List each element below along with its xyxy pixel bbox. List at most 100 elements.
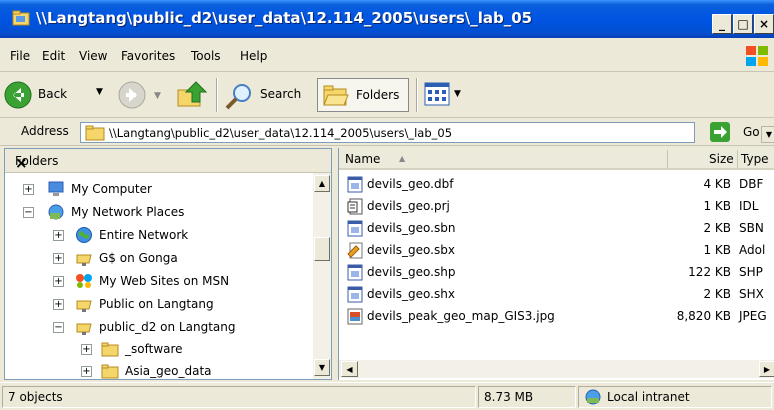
network-drive-icon [76, 254, 92, 266]
forward-dropdown-icon[interactable]: ▼ [154, 91, 161, 101]
up-folder-icon[interactable] [176, 80, 208, 110]
tree-item-entire-network[interactable]: + Entire Network [5, 225, 311, 247]
forward-button[interactable] [118, 81, 148, 109]
column-divider[interactable] [737, 150, 738, 168]
computer-icon [48, 181, 64, 196]
column-header-name[interactable]: Name [345, 152, 380, 166]
file-name: devils_geo.shp [367, 265, 456, 279]
tree-item-public-on-langtang[interactable]: + Public on Langtang [5, 294, 311, 316]
folders-button[interactable]: Folders [317, 78, 409, 112]
expand-toggle[interactable]: + [53, 230, 64, 241]
tree-item-asia-geo-data[interactable]: + Asia_geo_data [5, 361, 311, 383]
menu-help[interactable]: Help [240, 49, 267, 63]
msn-butterfly-icon [76, 274, 92, 288]
toolbar-separator [416, 78, 418, 112]
file-size: 8,820 KB [676, 309, 731, 323]
menu-view[interactable]: View [79, 49, 107, 63]
views-dropdown-icon: ▼ [454, 89, 461, 99]
search-button[interactable]: Search [222, 78, 310, 112]
scroll-down-button[interactable]: ▼ [314, 359, 330, 376]
address-input[interactable]: \\Langtang\public_d2\user_data\12.114_20… [80, 122, 774, 143]
go-button[interactable]: Go [710, 121, 770, 143]
window-title: \\Langtang\public_d2\user_data\12.114_20… [36, 9, 533, 27]
file-row[interactable]: devils_geo.prj 1 KB IDL [339, 196, 774, 218]
scroll-right-button[interactable]: ▶ [759, 361, 774, 377]
expand-toggle[interactable]: + [53, 253, 64, 264]
sort-ascending-icon: ▲ [399, 154, 406, 163]
tree-label: G$ on Gonga [99, 251, 178, 265]
menu-file[interactable]: File [10, 49, 30, 63]
status-objects-cell: 7 objects [2, 386, 476, 408]
globe-icon [76, 227, 92, 243]
column-divider[interactable] [667, 150, 668, 168]
scroll-thumb[interactable] [314, 237, 330, 261]
folders-pane-header: Folders × [5, 149, 331, 173]
back-button[interactable]: Back ▼ [4, 78, 114, 112]
file-name: devils_geo.sbn [367, 221, 456, 235]
expand-toggle[interactable]: + [53, 276, 64, 287]
status-size-cell: 8.73 MB [478, 386, 576, 408]
status-bar: 7 objects 8.73 MB Local intranet [0, 382, 774, 410]
status-size: 8.73 MB [484, 390, 534, 404]
file-type: DBF [739, 177, 764, 191]
expand-toggle[interactable]: + [81, 344, 92, 355]
collapse-toggle[interactable]: − [23, 207, 34, 218]
search-label: Search [260, 87, 302, 101]
file-list-horizontal-scrollbar[interactable]: ◀ ▶ [339, 360, 774, 378]
address-label: Address [21, 124, 69, 138]
status-zone: Local intranet [607, 390, 690, 404]
file-row[interactable]: devils_peak_geo_map_GIS3.jpg 8,820 KB JP… [339, 306, 774, 328]
menu-favorites[interactable]: Favorites [121, 49, 175, 63]
forward-arrow-icon [118, 81, 146, 109]
title-bar[interactable]: \\Langtang\public_d2\user_data\12.114_20… [0, 0, 774, 38]
back-dropdown-icon[interactable]: ▼ [96, 87, 103, 97]
folder-window-icon [12, 10, 30, 26]
tree-item-software[interactable]: + _software [5, 339, 311, 361]
folder-icon [101, 342, 119, 357]
local-intranet-icon [585, 389, 601, 405]
image-file-icon [347, 308, 363, 325]
file-type: SHP [739, 265, 763, 279]
status-zone-cell: Local intranet [578, 386, 772, 408]
minimize-button[interactable]: _ [712, 14, 732, 34]
file-row[interactable]: devils_geo.shp 122 KB SHP [339, 262, 774, 284]
expand-toggle[interactable]: + [23, 184, 34, 195]
tree-item-my-computer[interactable]: + My Computer [5, 179, 311, 201]
expand-toggle[interactable]: + [81, 366, 92, 377]
windows-logo-icon [746, 46, 768, 66]
maximize-button[interactable]: □ [733, 14, 753, 34]
column-header-type[interactable]: Type [741, 152, 769, 166]
tree-item-public-d2-on-langtang[interactable]: − public_d2 on Langtang [5, 317, 311, 339]
network-places-icon [48, 204, 64, 220]
data-file-icon [347, 220, 363, 237]
views-grid-icon [424, 82, 450, 106]
scroll-left-button[interactable]: ◀ [341, 361, 358, 377]
file-row[interactable]: devils_geo.dbf 4 KB DBF [339, 174, 774, 196]
menu-edit[interactable]: Edit [42, 49, 65, 63]
tree-item-my-web-sites-on-msn[interactable]: + My Web Sites on MSN [5, 271, 311, 293]
file-row[interactable]: devils_geo.shx 2 KB SHX [339, 284, 774, 306]
views-button[interactable]: ▼ [424, 82, 468, 108]
tree-item-g-on-gonga[interactable]: + G$ on Gonga [5, 248, 311, 270]
column-header-size[interactable]: Size [709, 152, 734, 166]
file-type: JPEG [739, 309, 767, 323]
go-arrow-icon [710, 122, 730, 142]
scroll-up-button[interactable]: ▲ [314, 175, 330, 192]
column-header-row: Name ▲ Size Type [339, 148, 774, 170]
search-magnifier-icon [225, 84, 251, 110]
menu-tools[interactable]: Tools [191, 49, 221, 63]
menu-bar: File Edit View Favorites Tools Help [0, 38, 774, 72]
file-row[interactable]: devils_geo.sbn 2 KB SBN [339, 218, 774, 240]
expand-toggle[interactable]: + [53, 299, 64, 310]
folders-pane-close-button[interactable]: × [15, 154, 321, 172]
close-button[interactable]: × [754, 14, 774, 34]
file-row[interactable]: devils_geo.sbx 1 KB Adol [339, 240, 774, 262]
go-label: Go [743, 125, 760, 139]
file-size: 4 KB [703, 177, 731, 191]
acrobat-file-icon [347, 242, 363, 259]
collapse-toggle[interactable]: − [53, 322, 64, 333]
tree-label: public_d2 on Langtang [99, 320, 236, 334]
folders-vertical-scrollbar[interactable]: ▲ ▼ [313, 173, 331, 379]
tree-item-my-network-places[interactable]: − My Network Places [5, 202, 311, 224]
network-drive-icon [76, 323, 92, 335]
